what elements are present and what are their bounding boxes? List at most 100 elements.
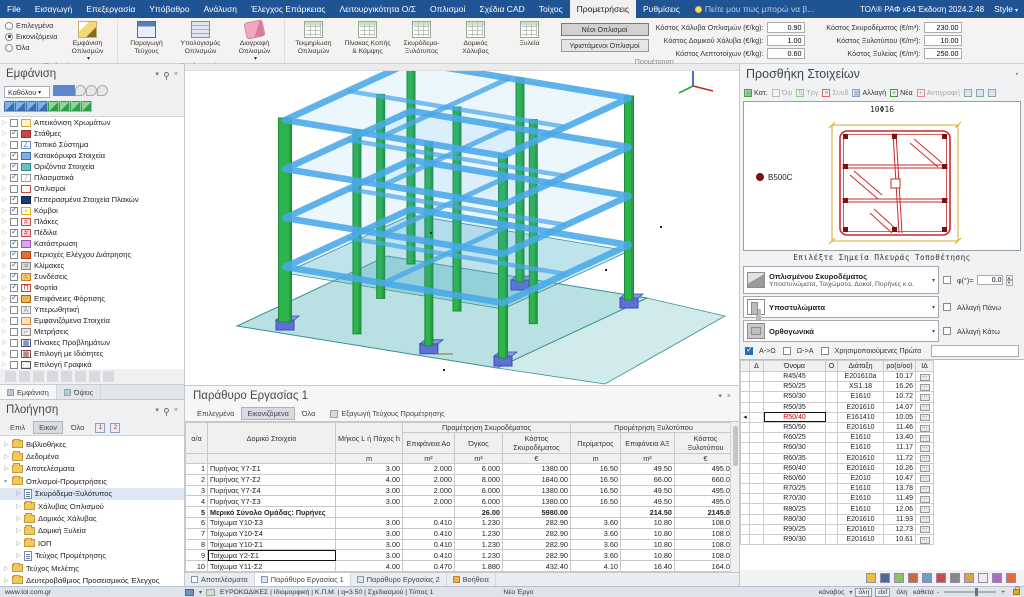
pin-icon[interactable] — [164, 72, 169, 77]
expander-icon[interactable]: ▾ — [4, 478, 12, 485]
more-button[interactable]: ··· — [920, 496, 930, 503]
magnifier-icon[interactable] — [976, 89, 984, 97]
table-cell[interactable]: E1610 — [838, 392, 884, 402]
table-cell[interactable]: 2.000 — [402, 485, 454, 496]
column-header[interactable]: Όνομα — [764, 361, 826, 372]
navigation-tree-item[interactable]: ▾Οπλισμοί-Προμετρήσεις — [0, 475, 184, 487]
display-tree-item[interactable]: ▷Κατακόρυφα Στοιχεία — [0, 150, 184, 161]
layers-icon[interactable] — [988, 89, 996, 97]
table-cell[interactable]: 4.00 — [336, 474, 403, 485]
select-filter-icon[interactable] — [33, 371, 44, 382]
expander-icon[interactable]: ▷ — [4, 453, 12, 460]
table-cell[interactable]: 282.90 — [502, 539, 570, 550]
table-cell[interactable] — [826, 402, 838, 412]
table-cell[interactable]: 16.50 — [570, 496, 620, 507]
close-icon[interactable]: × — [174, 71, 178, 78]
vertical-scrollbar[interactable] — [730, 422, 739, 572]
column-subheader[interactable]: Κόστος Ξυλοτύπου — [674, 433, 736, 454]
expander-icon[interactable]: ▷ — [2, 218, 10, 225]
more-button[interactable]: ··· — [920, 486, 930, 493]
table-cell[interactable]: E201610a — [838, 372, 884, 382]
table-cell[interactable] — [826, 372, 838, 382]
expander-icon[interactable]: ▷ — [2, 317, 10, 324]
table-cell[interactable]: 3.00 — [336, 550, 403, 561]
table-cell[interactable] — [741, 535, 750, 545]
table-cell[interactable]: 3.60 — [570, 539, 620, 550]
table-cell[interactable] — [750, 484, 764, 494]
media-icon[interactable] — [992, 573, 1002, 583]
table-cell[interactable]: 8.000 — [454, 474, 502, 485]
table-cell[interactable]: 432.40 — [502, 561, 570, 572]
more-button[interactable]: ··· — [920, 425, 930, 432]
menu-tab-6[interactable]: Έλεγχος Επάρκειας — [244, 0, 332, 18]
more-button[interactable]: ··· — [920, 516, 930, 523]
table-cell[interactable] — [826, 422, 838, 432]
show-reinforcement-button[interactable]: Εμφάνιση Οπλισμών ▾ — [62, 19, 114, 63]
chart2-icon[interactable] — [936, 573, 946, 583]
table-cell[interactable]: Μερικό Σύνολο Ομάδας: Πυρήνες — [208, 507, 336, 518]
section-row[interactable]: R50/25XS1.1816.26··· — [741, 382, 934, 392]
table-cell[interactable]: 11.17 — [884, 443, 916, 453]
column-subheader[interactable]: Επιφάνεια ΑΞ — [620, 433, 674, 454]
table-row[interactable]: 6Τοίχωμα Υ10-Σ33.000.4101.230282.903.601… — [186, 517, 737, 528]
table-cell[interactable]: 0.410 — [402, 539, 454, 550]
display-tree-item[interactable]: ▷Απεικόνιση Χρωμάτων — [0, 117, 184, 128]
checkbox[interactable] — [10, 185, 18, 193]
column-header[interactable]: Προμέτρηση Σκυροδέματος — [402, 423, 570, 433]
expander-icon[interactable]: ▷ — [4, 565, 12, 572]
table-cell[interactable]: 10.80 — [620, 528, 674, 539]
table-cell[interactable]: 10.05 — [884, 412, 916, 422]
table-cell[interactable] — [750, 433, 764, 443]
bottom-tab-2[interactable]: Παράθυρο Εργασίας 1 — [255, 573, 351, 586]
view-toggle-2[interactable]: dxf — [875, 588, 890, 597]
filter-input[interactable] — [931, 345, 1019, 357]
window-1-icon[interactable]: 1 — [95, 423, 105, 433]
expander-icon[interactable]: ▷ — [16, 540, 24, 547]
navigation-tree-item[interactable]: ▷Χάλυβας Οπλισμού — [0, 500, 184, 512]
section-row[interactable]: R70/30E161011.49··· — [741, 494, 934, 504]
table-cell[interactable] — [741, 382, 750, 392]
table-cell[interactable]: 16.50 — [570, 474, 620, 485]
table-cell[interactable]: ··· — [916, 494, 934, 504]
selector-dropdown-1[interactable]: Οπλισμένου ΣκυροδέματοςΥποστυλώματα, Τοι… — [743, 266, 939, 294]
checkbox[interactable] — [10, 251, 18, 259]
display-tree-item[interactable]: ▷⌐Μετρήσεις — [0, 326, 184, 337]
select-remove-icon[interactable] — [19, 371, 30, 382]
slider-thumb[interactable] — [975, 588, 978, 596]
checkbox[interactable] — [10, 284, 18, 292]
more-button[interactable]: ··· — [920, 465, 930, 472]
table-cell[interactable]: 108.00 — [674, 539, 736, 550]
table-cell[interactable]: E201610 — [838, 535, 884, 545]
view-mode-icon[interactable] — [185, 589, 194, 596]
display-tree-item[interactable]: ▷+Κόμβοι — [0, 205, 184, 216]
table-cell[interactable]: ··· — [916, 514, 934, 524]
zoom-section-icon[interactable] — [964, 89, 972, 97]
table-cell[interactable] — [750, 372, 764, 382]
table-cell[interactable]: 6.000 — [454, 464, 502, 475]
checkbox[interactable] — [10, 361, 18, 369]
menu-tab-10[interactable]: Τοίχος — [532, 0, 570, 18]
table-cell[interactable]: 1.880 — [454, 561, 502, 572]
table-cell[interactable] — [750, 392, 764, 402]
checkbox[interactable] — [10, 317, 18, 325]
table-cell[interactable]: 13.78 — [884, 484, 916, 494]
table-cell[interactable] — [750, 473, 764, 483]
expander-icon[interactable]: ▷ — [2, 141, 10, 148]
table-cell[interactable]: Πυρήνας Υ7-Σ2 — [208, 474, 336, 485]
table-cell[interactable]: 2.000 — [402, 496, 454, 507]
navigation-tree-item[interactable]: ▷Βιβλιοθήκες — [0, 438, 184, 450]
checkbox[interactable] — [10, 152, 18, 160]
table-cell[interactable]: E201610 — [838, 453, 884, 463]
table-cell[interactable]: 3 — [186, 485, 208, 496]
table-cell[interactable]: 11.72 — [884, 453, 916, 463]
section-name-cell[interactable]: R50/50 — [764, 422, 826, 432]
table-cell[interactable]: 16.50 — [570, 464, 620, 475]
table-cell[interactable]: 7 — [186, 528, 208, 539]
move-up-icon[interactable] — [53, 85, 64, 96]
more-button[interactable]: ··· — [920, 445, 930, 452]
table-cell[interactable] — [750, 382, 764, 392]
table-cell[interactable]: 282.90 — [502, 517, 570, 528]
table-cell[interactable]: 3.00 — [336, 539, 403, 550]
section-row[interactable]: R50/50E20161011.46··· — [741, 422, 934, 432]
table-cell[interactable]: E201610 — [838, 402, 884, 412]
